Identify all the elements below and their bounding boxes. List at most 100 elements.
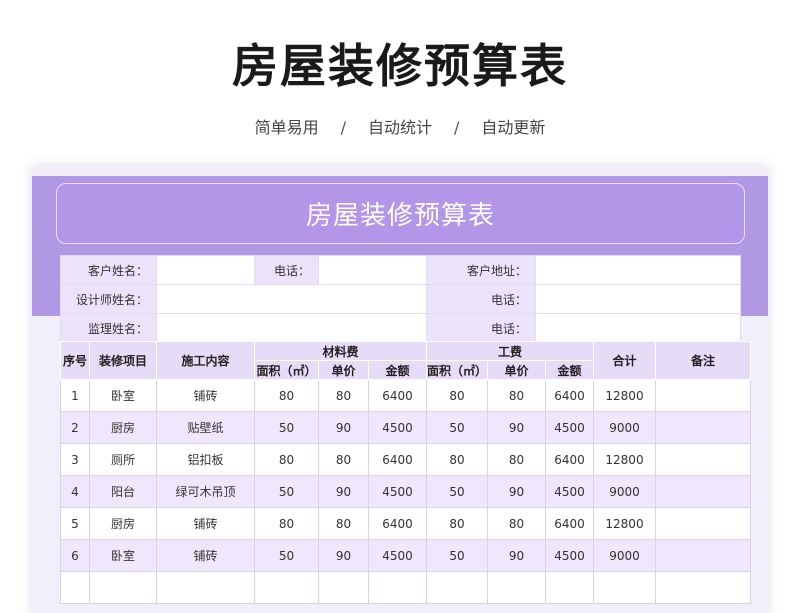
- cell-material-amount[interactable]: 4500: [368, 539, 427, 572]
- cell-material-area[interactable]: 80: [254, 443, 319, 476]
- customer-name-field[interactable]: [156, 255, 255, 285]
- cell-content[interactable]: 铺砖: [156, 379, 255, 412]
- cell-labor-price[interactable]: 90: [487, 475, 546, 508]
- cell-total[interactable]: 12800: [593, 443, 656, 476]
- designer-phone-field[interactable]: [535, 284, 741, 314]
- cell-total[interactable]: 9000: [593, 411, 656, 444]
- cell-material-amount[interactable]: 6400: [368, 379, 427, 412]
- cell-item[interactable]: [89, 571, 157, 604]
- cell-index[interactable]: 5: [60, 507, 90, 540]
- cell-labor-price[interactable]: 80: [487, 507, 546, 540]
- cell-labor-amount[interactable]: 4500: [545, 475, 594, 508]
- cell-labor-price[interactable]: [487, 571, 546, 604]
- customer-address-field[interactable]: [535, 255, 741, 285]
- cell-content[interactable]: 铺砖: [156, 539, 255, 572]
- cell-total[interactable]: 12800: [593, 507, 656, 540]
- cell-material-price[interactable]: [318, 571, 369, 604]
- cell-material-amount[interactable]: [368, 571, 427, 604]
- supervisor-name-field[interactable]: [156, 313, 427, 343]
- cell-labor-area[interactable]: 80: [426, 507, 488, 540]
- cell-remark[interactable]: [655, 539, 751, 572]
- cell-labor-amount[interactable]: 6400: [545, 507, 594, 540]
- cell-item[interactable]: 阳台: [89, 475, 157, 508]
- cell-material-amount[interactable]: 4500: [368, 475, 427, 508]
- cell-item[interactable]: 厨房: [89, 507, 157, 540]
- phone-label: 电话：: [426, 284, 536, 314]
- designer-name-field[interactable]: [156, 284, 427, 314]
- cell-material-amount[interactable]: 4500: [368, 411, 427, 444]
- client-info-table: 客户姓名： 电话： 客户地址： 设计师姓名： 电话： 监理姓名： 电话：: [60, 255, 741, 343]
- header-remark: 备注: [655, 341, 751, 380]
- cell-index[interactable]: 2: [60, 411, 90, 444]
- cell-material-amount[interactable]: 6400: [368, 443, 427, 476]
- cell-content[interactable]: 绿可木吊顶: [156, 475, 255, 508]
- cell-index[interactable]: [60, 571, 90, 604]
- cell-total[interactable]: 9000: [593, 539, 656, 572]
- table-row: 1 卧室 铺砖 80 80 6400 80 80 6400 12800: [60, 379, 751, 412]
- cell-content[interactable]: 铝扣板: [156, 443, 255, 476]
- cell-labor-amount[interactable]: 6400: [545, 379, 594, 412]
- cell-material-area[interactable]: 50: [254, 411, 319, 444]
- spreadsheet-preview: 房屋装修预算表 客户姓名： 电话： 客户地址： 设计师姓名： 电话： 监理姓名：…: [32, 166, 768, 613]
- cell-labor-amount[interactable]: 6400: [545, 443, 594, 476]
- header-material-amount: 金额: [368, 360, 427, 380]
- cell-material-price[interactable]: 90: [318, 475, 369, 508]
- cell-content[interactable]: [156, 571, 255, 604]
- cell-index[interactable]: 4: [60, 475, 90, 508]
- cell-remark[interactable]: [655, 507, 751, 540]
- cell-labor-price[interactable]: 80: [487, 443, 546, 476]
- table-row: 5 厨房 铺砖 80 80 6400 80 80 6400 12800: [60, 507, 751, 540]
- sheet-title: 房屋装修预算表: [56, 183, 745, 244]
- cell-material-area[interactable]: [254, 571, 319, 604]
- cell-item[interactable]: 厨房: [89, 411, 157, 444]
- cell-total[interactable]: [593, 571, 656, 604]
- header-total: 合计: [593, 341, 656, 380]
- cell-material-area[interactable]: 80: [254, 507, 319, 540]
- cell-item[interactable]: 卧室: [89, 539, 157, 572]
- cell-index[interactable]: 3: [60, 443, 90, 476]
- cell-material-area[interactable]: 50: [254, 475, 319, 508]
- header-item: 装修项目: [89, 341, 157, 380]
- cell-material-price[interactable]: 90: [318, 539, 369, 572]
- cell-remark[interactable]: [655, 411, 751, 444]
- cell-labor-amount[interactable]: 4500: [545, 539, 594, 572]
- cell-item[interactable]: 厕所: [89, 443, 157, 476]
- cell-material-price[interactable]: 80: [318, 507, 369, 540]
- cell-material-price[interactable]: 90: [318, 411, 369, 444]
- cell-content[interactable]: 铺砖: [156, 507, 255, 540]
- cell-labor-amount[interactable]: [545, 571, 594, 604]
- cell-remark[interactable]: [655, 571, 751, 604]
- cell-total[interactable]: 9000: [593, 475, 656, 508]
- cell-material-area[interactable]: 80: [254, 379, 319, 412]
- cell-remark[interactable]: [655, 443, 751, 476]
- cell-index[interactable]: 1: [60, 379, 90, 412]
- cell-material-price[interactable]: 80: [318, 379, 369, 412]
- cell-material-price[interactable]: 80: [318, 443, 369, 476]
- cell-labor-price[interactable]: 80: [487, 379, 546, 412]
- cell-labor-amount[interactable]: 4500: [545, 411, 594, 444]
- cell-total[interactable]: 12800: [593, 379, 656, 412]
- cell-material-area[interactable]: 50: [254, 539, 319, 572]
- customer-phone-field[interactable]: [318, 255, 427, 285]
- header-content: 施工内容: [156, 341, 255, 380]
- cell-item[interactable]: 卧室: [89, 379, 157, 412]
- cell-material-amount[interactable]: 6400: [368, 507, 427, 540]
- header-labor-amount: 金额: [545, 360, 594, 380]
- cell-labor-area[interactable]: 80: [426, 379, 488, 412]
- cell-index[interactable]: 6: [60, 539, 90, 572]
- designer-name-label: 设计师姓名：: [60, 284, 157, 314]
- cell-labor-area[interactable]: [426, 571, 488, 604]
- cell-remark[interactable]: [655, 379, 751, 412]
- cell-labor-area[interactable]: 50: [426, 475, 488, 508]
- supervisor-phone-field[interactable]: [535, 313, 741, 343]
- cell-labor-price[interactable]: 90: [487, 411, 546, 444]
- cell-remark[interactable]: [655, 475, 751, 508]
- supervisor-name-label: 监理姓名：: [60, 313, 157, 343]
- cell-labor-area[interactable]: 80: [426, 443, 488, 476]
- cell-labor-area[interactable]: 50: [426, 539, 488, 572]
- header-material-area: 面积（㎡）: [254, 360, 319, 380]
- cell-labor-area[interactable]: 50: [426, 411, 488, 444]
- cell-labor-price[interactable]: 90: [487, 539, 546, 572]
- header-labor-area: 面积（㎡）: [426, 360, 488, 380]
- cell-content[interactable]: 贴壁纸: [156, 411, 255, 444]
